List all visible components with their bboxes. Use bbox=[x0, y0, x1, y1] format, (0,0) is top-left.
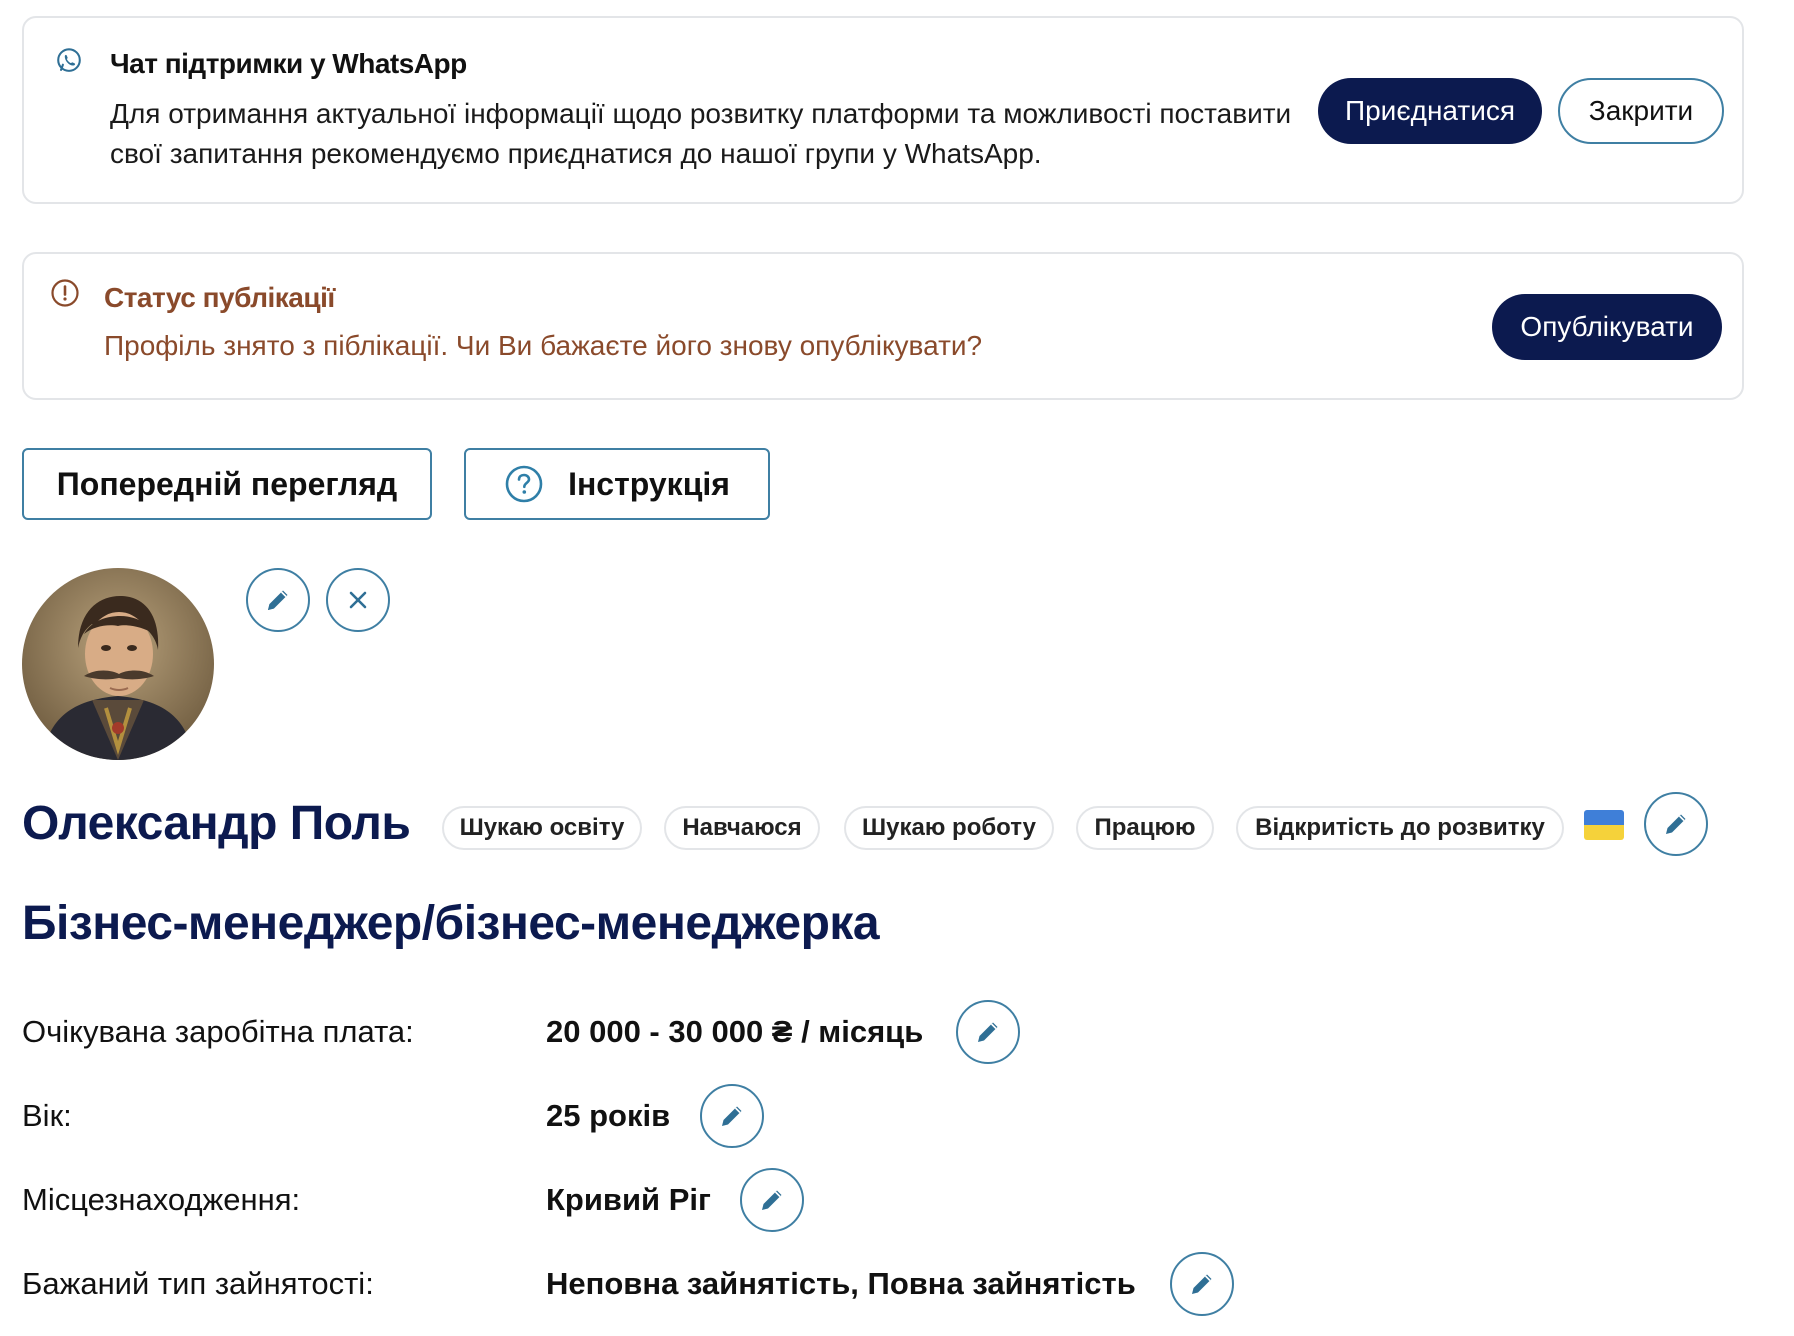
question-circle-icon bbox=[505, 465, 543, 503]
salary-value: 20 000 - 30 000 ₴ / місяць bbox=[546, 1014, 924, 1049]
avatar bbox=[22, 568, 214, 760]
publish-button[interactable]: Опублікувати bbox=[1492, 294, 1722, 360]
job-title: Бізнес-менеджер/бізнес-менеджерка bbox=[22, 897, 880, 950]
whatsapp-banner-text: Для отримання актуальної інформації щодо… bbox=[110, 98, 1292, 169]
ukraine-flag-icon bbox=[1584, 810, 1624, 840]
tag-open-to-growth: Відкритість до розвитку bbox=[1236, 806, 1564, 850]
instructions-button[interactable]: Інструкція bbox=[464, 448, 770, 520]
tag-studying: Навчаюся bbox=[664, 806, 820, 850]
pencil-icon bbox=[762, 1190, 782, 1210]
pencil-icon bbox=[268, 590, 288, 610]
join-button[interactable]: Приєднатися bbox=[1318, 78, 1542, 144]
profile-editor-page: Чат підтримки у WhatsApp Для отримання а… bbox=[0, 0, 1794, 1336]
status-title: Статус публікації bbox=[104, 282, 335, 313]
employment-type-label: Бажаний тип зайнятості: bbox=[22, 1266, 374, 1301]
instructions-button-label: Інструкція bbox=[568, 465, 730, 502]
edit-avatar-button[interactable] bbox=[246, 568, 310, 632]
employment-type-value: Неповна зайнятість, Повна зайнятість bbox=[546, 1266, 1136, 1301]
publication-status-banner: Статус публікації Профіль знято з піблік… bbox=[22, 252, 1744, 400]
remove-avatar-button[interactable] bbox=[326, 568, 390, 632]
edit-employment-type-button[interactable] bbox=[1170, 1252, 1234, 1316]
location-label: Місцезнаходження: bbox=[22, 1182, 301, 1217]
close-icon bbox=[349, 591, 367, 609]
edit-name-button[interactable] bbox=[1644, 792, 1708, 856]
close-button[interactable]: Закрити bbox=[1558, 78, 1724, 144]
location-value: Кривий Ріг bbox=[546, 1182, 711, 1217]
profile-name: Олександр Поль bbox=[22, 797, 411, 850]
tag-seeking-job: Шукаю роботу bbox=[844, 806, 1054, 850]
pencil-icon bbox=[978, 1022, 998, 1042]
alert-circle-icon bbox=[51, 279, 79, 307]
tag-seeking-education: Шукаю освіту bbox=[442, 806, 642, 850]
preview-button-label: Попередній перегляд bbox=[56, 465, 398, 502]
tag-working: Працюю bbox=[1076, 806, 1214, 850]
salary-label: Очікувана заробітна плата: bbox=[22, 1014, 414, 1049]
pencil-icon bbox=[1666, 814, 1686, 834]
age-value: 25 років bbox=[546, 1098, 671, 1133]
age-label: Вік: bbox=[22, 1098, 72, 1133]
whatsapp-icon bbox=[57, 48, 81, 72]
status-text: Профіль знято з піблікації. Чи Ви бажаєт… bbox=[104, 330, 983, 361]
pencil-icon bbox=[722, 1106, 742, 1126]
pencil-icon bbox=[1192, 1274, 1212, 1294]
edit-salary-button[interactable] bbox=[956, 1000, 1020, 1064]
edit-age-button[interactable] bbox=[700, 1084, 764, 1148]
whatsapp-banner-title: Чат підтримки у WhatsApp bbox=[110, 48, 467, 79]
edit-location-button[interactable] bbox=[740, 1168, 804, 1232]
whatsapp-banner: Чат підтримки у WhatsApp Для отримання а… bbox=[22, 16, 1744, 204]
preview-button[interactable]: Попередній перегляд bbox=[22, 448, 432, 520]
